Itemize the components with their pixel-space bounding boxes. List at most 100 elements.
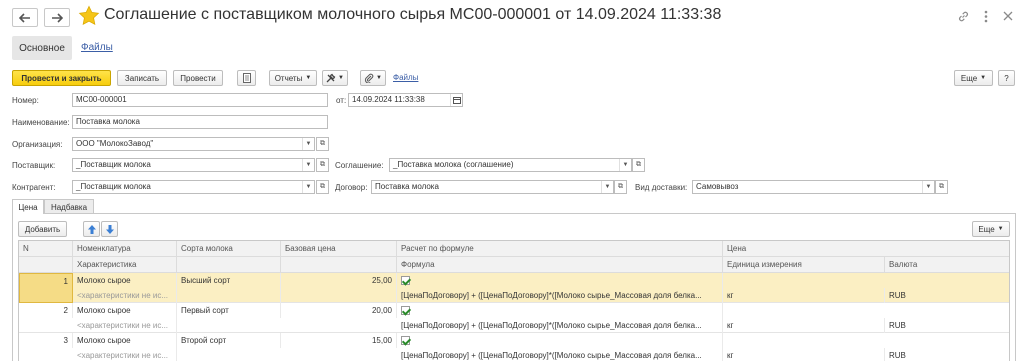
base-price-cell[interactable]: 25,00 <box>281 273 397 303</box>
chevron-down-icon[interactable]: ▼ <box>922 181 934 193</box>
arrow-down-icon <box>105 224 114 234</box>
agreement-value: _Поставка молока (соглашение) <box>393 160 514 169</box>
header-grade[interactable]: Сорта молока <box>177 241 281 257</box>
back-button[interactable] <box>12 8 38 27</box>
counterparty-field[interactable]: _Поставщик молока ▼ <box>72 180 315 194</box>
post-and-close-button[interactable]: Провести и закрыть <box>12 70 111 86</box>
item-cell[interactable]: Молоко сырое <box>73 333 177 348</box>
document-icon <box>242 73 251 83</box>
open-delivery-icon[interactable]: ⧉ <box>935 180 948 194</box>
save-button[interactable]: Записать <box>117 70 167 86</box>
currency-cell[interactable]: RUB <box>885 348 1009 361</box>
chevron-down-icon: ▼ <box>338 75 344 81</box>
header-formula[interactable]: Формула <box>397 257 723 273</box>
tab-surcharge[interactable]: Надбавка <box>44 199 94 214</box>
base-price-cell[interactable]: 15,00 <box>281 333 397 348</box>
move-down-button[interactable] <box>101 221 118 237</box>
grade-cell[interactable]: Первый сорт <box>177 303 281 318</box>
section-files-link[interactable]: Файлы <box>81 42 113 53</box>
table-subheader-row: Характеристика Формула Единица измерения… <box>19 257 1009 273</box>
header-formula-calc[interactable]: Расчет по формуле <box>397 241 723 257</box>
arrow-right-icon <box>52 12 63 23</box>
help-button[interactable]: ? <box>998 70 1015 86</box>
table-row[interactable]: 1 Молоко сырое <характеристики не ис... … <box>19 273 1009 303</box>
open-counterparty-icon[interactable]: ⧉ <box>316 180 329 194</box>
tools-button[interactable]: ▼ <box>322 70 348 86</box>
unit-cell[interactable]: кг <box>723 288 885 303</box>
files-link[interactable]: Файлы <box>393 73 418 82</box>
add-row-button[interactable]: Добавить <box>18 221 67 237</box>
row-number: 1 <box>19 273 73 303</box>
table-row[interactable]: 3 Молоко сырое <характеристики не ис... … <box>19 333 1009 361</box>
open-contract-icon[interactable]: ⧉ <box>614 180 627 194</box>
delivery-field[interactable]: Самовывоз ▼ <box>692 180 935 194</box>
header-currency[interactable]: Валюта <box>885 257 1009 273</box>
grade-cell[interactable]: Высший сорт <box>177 273 281 303</box>
chevron-down-icon[interactable]: ▼ <box>601 181 613 193</box>
open-organization-icon[interactable]: ⧉ <box>316 137 329 151</box>
formula-cell[interactable]: [ЦенаПоДоговору] + ([ЦенаПоДоговору]*([М… <box>397 348 723 361</box>
supplier-label: Поставщик: <box>12 161 56 170</box>
grade-cell[interactable]: Второй сорт <box>177 333 281 348</box>
chevron-down-icon: ▼ <box>997 226 1004 232</box>
number-label: Номер: <box>12 96 39 105</box>
favorite-star-icon[interactable] <box>78 5 100 27</box>
open-agreement-icon[interactable]: ⧉ <box>632 158 645 172</box>
calendar-icon[interactable] <box>450 94 462 106</box>
formula-cell[interactable]: [ЦенаПоДоговору] + ([ЦенаПоДоговору]*([М… <box>397 318 723 333</box>
chevron-down-icon: ▼ <box>980 75 987 81</box>
open-supplier-icon[interactable]: ⧉ <box>316 158 329 172</box>
chevron-down-icon[interactable]: ▼ <box>302 181 314 193</box>
organization-field[interactable]: ООО "МолокоЗавод" ▼ <box>72 137 315 151</box>
date-field[interactable]: 14.09.2024 11:33:38 <box>348 93 463 107</box>
characteristic-cell[interactable]: <характеристики не ис... <box>73 318 177 333</box>
formula-checkbox-cell[interactable] <box>397 273 723 288</box>
contract-field[interactable]: Поставка молока ▼ <box>371 180 614 194</box>
header-characteristic[interactable]: Характеристика <box>73 257 177 273</box>
table-more-button[interactable]: Еще ▼ <box>972 221 1010 237</box>
move-up-button[interactable] <box>83 221 100 237</box>
supplier-field[interactable]: _Поставщик молока ▼ <box>72 158 315 172</box>
checkbox-checked-icon[interactable] <box>401 306 410 316</box>
unit-cell[interactable]: кг <box>723 318 885 333</box>
delivery-value: Самовывоз <box>696 182 739 191</box>
chevron-down-icon[interactable]: ▼ <box>619 159 631 171</box>
chevron-down-icon[interactable]: ▼ <box>302 138 314 150</box>
characteristic-cell[interactable]: <характеристики не ис... <box>73 348 177 361</box>
tab-price[interactable]: Цена <box>12 199 44 214</box>
attach-button[interactable]: ▼ <box>360 70 386 86</box>
currency-cell[interactable]: RUB <box>885 288 1009 303</box>
item-cell[interactable]: Молоко сырое <box>73 303 177 318</box>
link-icon[interactable] <box>955 8 971 24</box>
close-icon[interactable] <box>1000 8 1016 24</box>
forward-button[interactable] <box>44 8 70 27</box>
post-button[interactable]: Провести <box>173 70 223 86</box>
table-row[interactable]: 2 Молоко сырое <характеристики не ис... … <box>19 303 1009 333</box>
number-field[interactable]: МС00-000001 <box>72 93 328 107</box>
chevron-down-icon[interactable]: ▼ <box>302 159 314 171</box>
section-main[interactable]: Основное <box>12 36 72 60</box>
price-table[interactable]: N Номенклатура Сорта молока Базовая цена… <box>18 240 1010 361</box>
characteristic-cell[interactable]: <характеристики не ис... <box>73 288 177 303</box>
checkbox-checked-icon[interactable] <box>401 336 410 346</box>
checkbox-checked-icon[interactable] <box>401 276 410 286</box>
name-field[interactable]: Поставка молока <box>72 115 328 129</box>
base-price-cell[interactable]: 20,00 <box>281 303 397 318</box>
item-cell[interactable]: Молоко сырое <box>73 273 177 288</box>
formula-cell[interactable]: [ЦенаПоДоговору] + ([ЦенаПоДоговору]*([М… <box>397 288 723 303</box>
header-base-price[interactable]: Базовая цена <box>281 241 397 257</box>
reports-button[interactable]: Отчеты ▼ <box>269 70 317 86</box>
header-item[interactable]: Номенклатура <box>73 241 177 257</box>
formula-checkbox-cell[interactable] <box>397 333 723 348</box>
more-button[interactable]: Еще ▼ <box>954 70 993 86</box>
formula-checkbox-cell[interactable] <box>397 303 723 318</box>
unit-cell[interactable]: кг <box>723 348 885 361</box>
print-button[interactable] <box>237 70 256 86</box>
paperclip-icon <box>364 73 374 83</box>
more-vertical-icon[interactable] <box>978 8 994 24</box>
currency-cell[interactable]: RUB <box>885 318 1009 333</box>
agreement-field[interactable]: _Поставка молока (соглашение) ▼ <box>389 158 632 172</box>
header-unit[interactable]: Единица измерения <box>723 257 885 273</box>
header-price[interactable]: Цена <box>723 241 1009 257</box>
header-n[interactable]: N <box>19 241 73 257</box>
